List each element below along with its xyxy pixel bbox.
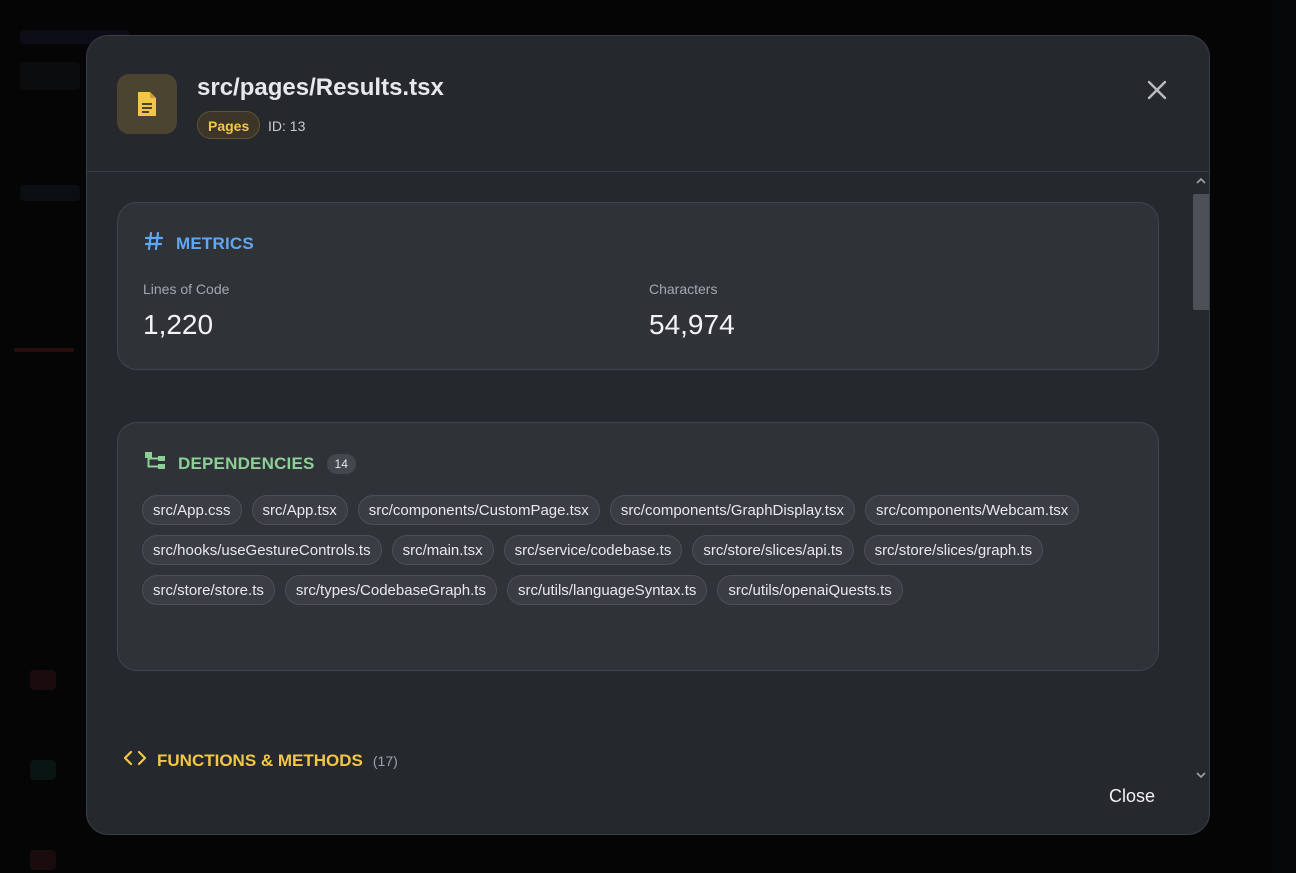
scroll-up-arrow-icon[interactable] (1194, 174, 1208, 188)
dependencies-count-badge: 14 (326, 453, 356, 474)
dependency-chip[interactable]: src/App.tsx (251, 495, 348, 525)
dependency-chip[interactable]: src/App.css (142, 495, 242, 525)
dependency-chip[interactable]: src/utils/languageSyntax.ts (506, 575, 708, 605)
lines-of-code-label: Lines of Code (143, 281, 230, 297)
dependency-chip[interactable]: src/store/store.ts (142, 575, 275, 605)
document-icon (117, 74, 177, 134)
dependency-chip[interactable]: src/service/codebase.ts (503, 535, 683, 565)
dependency-chip[interactable]: src/utils/openaiQuests.ts (717, 575, 903, 605)
file-id-label: ID: 13 (268, 118, 306, 134)
characters-label: Characters (649, 281, 718, 297)
modal-title: src/pages/Results.tsx (197, 74, 444, 101)
scrollbar[interactable] (1190, 172, 1209, 784)
metrics-heading: METRICS (176, 233, 254, 253)
dependency-chip[interactable]: src/components/GraphDisplay.tsx (609, 495, 855, 525)
close-button[interactable]: Close (1095, 778, 1169, 814)
metrics-card: METRICS Lines of Code 1,220 Characters 5… (117, 202, 1159, 370)
functions-heading: FUNCTIONS & METHODS (157, 750, 363, 770)
scroll-down-arrow-icon[interactable] (1194, 768, 1208, 782)
dependency-chip[interactable]: src/components/Webcam.tsx (864, 495, 1080, 525)
modal-body[interactable]: METRICS Lines of Code 1,220 Characters 5… (87, 172, 1190, 784)
close-icon[interactable] (1143, 76, 1171, 104)
characters-value: 54,974 (649, 309, 735, 340)
dependency-chip[interactable]: src/hooks/useGestureControls.ts (142, 535, 382, 565)
dependencies-card: DEPENDENCIES 14 src/App.css src/App.tsx sr… (117, 422, 1159, 671)
dependency-chip[interactable]: src/main.tsx (391, 535, 494, 565)
functions-section-header[interactable]: FUNCTIONS & METHODS (17) (123, 750, 398, 771)
code-brackets-icon (123, 750, 147, 771)
dependency-chip[interactable]: src/types/CodebaseGraph.ts (284, 575, 497, 605)
lines-of-code-value: 1,220 (143, 309, 214, 340)
category-badge: Pages (197, 111, 261, 139)
dependency-list: src/App.css src/App.tsx src/components/Cus… (142, 495, 1142, 605)
scrollbar-thumb[interactable] (1193, 194, 1209, 310)
file-details-modal: src/pages/Results.tsx Pages ID: 13 METRI… (86, 35, 1210, 835)
dependencies-heading: DEPENDENCIES (178, 453, 315, 473)
dependency-chip[interactable]: src/components/CustomPage.tsx (357, 495, 600, 525)
functions-count: (17) (372, 752, 398, 769)
modal-header: src/pages/Results.tsx Pages ID: 13 (87, 36, 1209, 172)
dependency-chip[interactable]: src/store/slices/graph.ts (863, 535, 1044, 565)
hash-icon (144, 231, 164, 256)
sitemap-icon (144, 451, 166, 476)
dependency-chip[interactable]: src/store/slices/api.ts (692, 535, 854, 565)
